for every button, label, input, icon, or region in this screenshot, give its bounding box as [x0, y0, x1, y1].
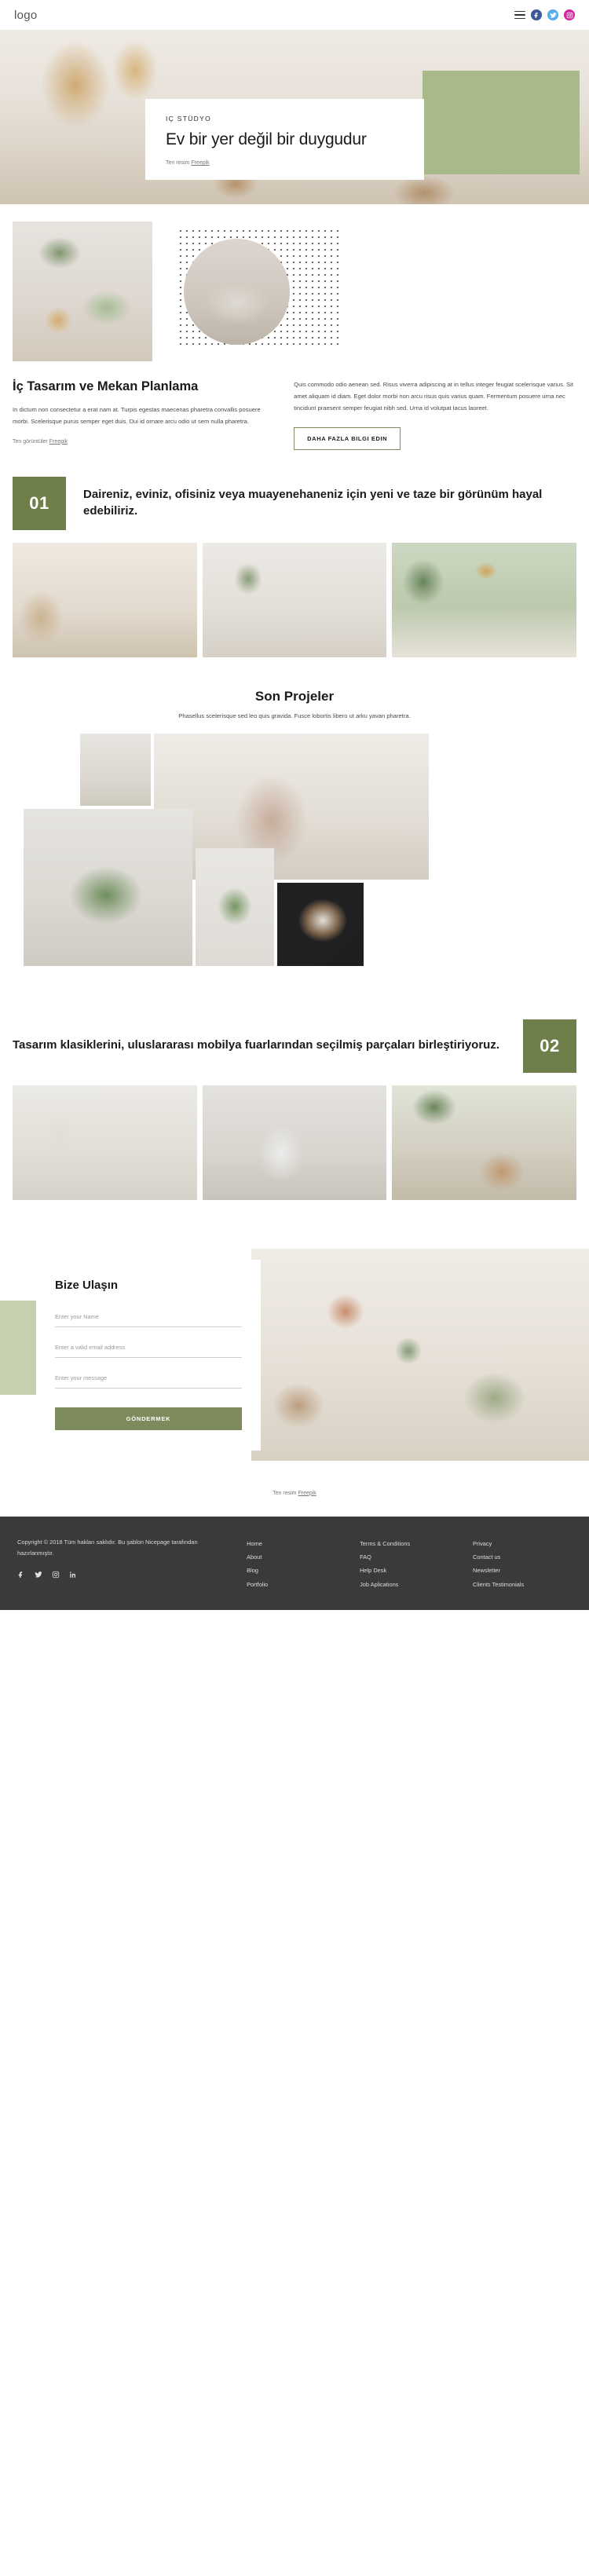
about-image-credit: Ten görüntüler Freepik: [13, 439, 273, 445]
instagram-icon[interactable]: [52, 1571, 60, 1579]
site-footer: Copyright © 2018 Tüm hakları saklıdır. B…: [0, 1516, 589, 1611]
about-sofa-circle-image: [184, 239, 290, 345]
hero-credit-link[interactable]: Freepik: [191, 160, 209, 166]
footer-link[interactable]: Clients Testimonials: [473, 1578, 572, 1591]
footer-link[interactable]: Portfolio: [247, 1578, 346, 1591]
twitter-icon[interactable]: [35, 1571, 42, 1579]
footer-link[interactable]: About: [247, 1550, 346, 1564]
facebook-icon[interactable]: [531, 9, 542, 20]
gallery-image: [202, 1085, 387, 1200]
footer-link[interactable]: Home: [247, 1537, 346, 1550]
footer-link[interactable]: Job Aplications: [360, 1578, 459, 1591]
twitter-icon[interactable]: [547, 9, 558, 20]
block-two-number: 02: [523, 1019, 576, 1073]
footer-social-icons: [17, 1571, 232, 1579]
header-actions: [514, 9, 575, 20]
about-living-room-image: [13, 221, 152, 361]
hero-text-card: IÇ STÜDYO Ev bir yer değil bir duygudur …: [145, 99, 424, 181]
page-root: logo IÇ STÜDYO Ev bir yer değil bir duyg…: [0, 0, 589, 1611]
gallery-image: [202, 542, 387, 657]
hero-credit-prefix: Ten resim: [166, 160, 192, 166]
project-image: [24, 808, 192, 966]
footer-link[interactable]: Contact us: [473, 1550, 572, 1564]
site-logo[interactable]: logo: [14, 9, 38, 22]
footer-column-2: Terms & Conditions FAQ Help Desk Job Apl…: [360, 1537, 459, 1592]
footer-link[interactable]: Terms & Conditions: [360, 1537, 459, 1550]
contact-background-image: [251, 1248, 589, 1461]
hero-section: IÇ STÜDYO Ev bir yer değil bir duygudur …: [0, 30, 589, 204]
instagram-icon[interactable]: [564, 9, 575, 20]
learn-more-button[interactable]: DAHA FAZLA BILGI EDIN: [294, 426, 401, 450]
email-input[interactable]: [55, 1337, 242, 1358]
block-two-section: Tasarım klasiklerini, uluslararası mobil…: [0, 993, 589, 1073]
footer-link[interactable]: Newsletter: [473, 1564, 572, 1577]
facebook-icon[interactable]: [17, 1571, 25, 1579]
project-image: [277, 882, 364, 966]
about-paragraph-left: In dictum non consectetur a erat nam at.…: [13, 406, 261, 426]
gallery-image: [392, 1085, 577, 1200]
footer-copyright: Copyright © 2018 Tüm hakları saklıdır. B…: [17, 1538, 198, 1557]
about-paragraph-right: Quis commodo odio aenean sed. Risus vive…: [294, 381, 573, 412]
about-circle-wrap: [160, 221, 576, 361]
footer-link[interactable]: Blog: [247, 1564, 346, 1577]
footer-link[interactable]: Privacy: [473, 1537, 572, 1550]
site-header: logo: [0, 0, 589, 30]
contact-section: Bize Ulaşın GÖNDERMEK: [0, 1233, 589, 1476]
gallery-image: [392, 542, 577, 657]
hero-eyebrow: IÇ STÜDYO: [166, 115, 211, 123]
footer-left: Copyright © 2018 Tüm hakları saklıdır. B…: [17, 1537, 232, 1592]
projects-gallery: [13, 733, 576, 993]
block-one-title: Daireniz, eviniz, ofisiniz veya muayeneh…: [83, 488, 543, 518]
hero-title: Ev bir yer değil bir duygudur: [166, 130, 367, 148]
footer-column-3: Privacy Contact us Newsletter Clients Te…: [473, 1537, 572, 1592]
contact-form-card: Bize Ulaşın GÖNDERMEK: [36, 1259, 261, 1451]
about-content: İç Tasarım ve Mekan Planlama In dictum n…: [13, 361, 576, 450]
hamburger-menu-icon[interactable]: [514, 10, 525, 20]
contact-image-credit: Ten resim Freepik: [0, 1476, 589, 1517]
footer-link[interactable]: Help Desk: [360, 1564, 459, 1577]
projects-section: Son Projeler Phasellus scelerisque sed l…: [0, 657, 589, 993]
project-image: [196, 847, 274, 966]
block-two-gallery: [0, 1073, 589, 1200]
about-column-left: İç Tasarım ve Mekan Planlama In dictum n…: [13, 379, 273, 450]
block-one-number: 01: [13, 476, 66, 530]
gallery-image: [13, 1085, 197, 1200]
linkedin-icon[interactable]: [69, 1571, 77, 1579]
about-column-right: Quis commodo odio aenean sed. Risus vive…: [294, 379, 576, 450]
about-images: [13, 221, 576, 361]
projects-heading: Son Projeler: [254, 688, 335, 704]
gallery-image: [13, 542, 197, 657]
contact-credit-link[interactable]: Freepik: [298, 1491, 316, 1496]
block-two-title: Tasarım klasiklerini, uluslararası mobil…: [13, 1038, 499, 1052]
about-section: İç Tasarım ve Mekan Planlama In dictum n…: [0, 204, 589, 450]
hero-image-credit: Ten resim Freepik: [166, 160, 404, 166]
contact-form-title: Bize Ulaşın: [55, 1278, 119, 1292]
footer-link[interactable]: FAQ: [360, 1550, 459, 1564]
message-input[interactable]: [55, 1368, 242, 1389]
hero-accent-block: [423, 71, 580, 174]
name-input[interactable]: [55, 1307, 242, 1327]
project-image: [80, 733, 151, 806]
block-one-gallery: [0, 530, 589, 657]
block-one-section: 01 Daireniz, eviniz, ofisiniz veya muaye…: [0, 450, 589, 530]
footer-column-1: Home About Blog Portfolio: [247, 1537, 346, 1592]
projects-subtitle: Phasellus scelerisque sed leo quis gravi…: [178, 712, 411, 719]
submit-button[interactable]: GÖNDERMEK: [55, 1407, 242, 1430]
contact-credit-prefix: Ten resim: [273, 1490, 298, 1496]
about-credit-prefix: Ten görüntüler: [13, 438, 49, 445]
about-credit-link[interactable]: Freepik: [49, 439, 68, 445]
about-heading: İç Tasarım ve Mekan Planlama: [13, 379, 199, 393]
